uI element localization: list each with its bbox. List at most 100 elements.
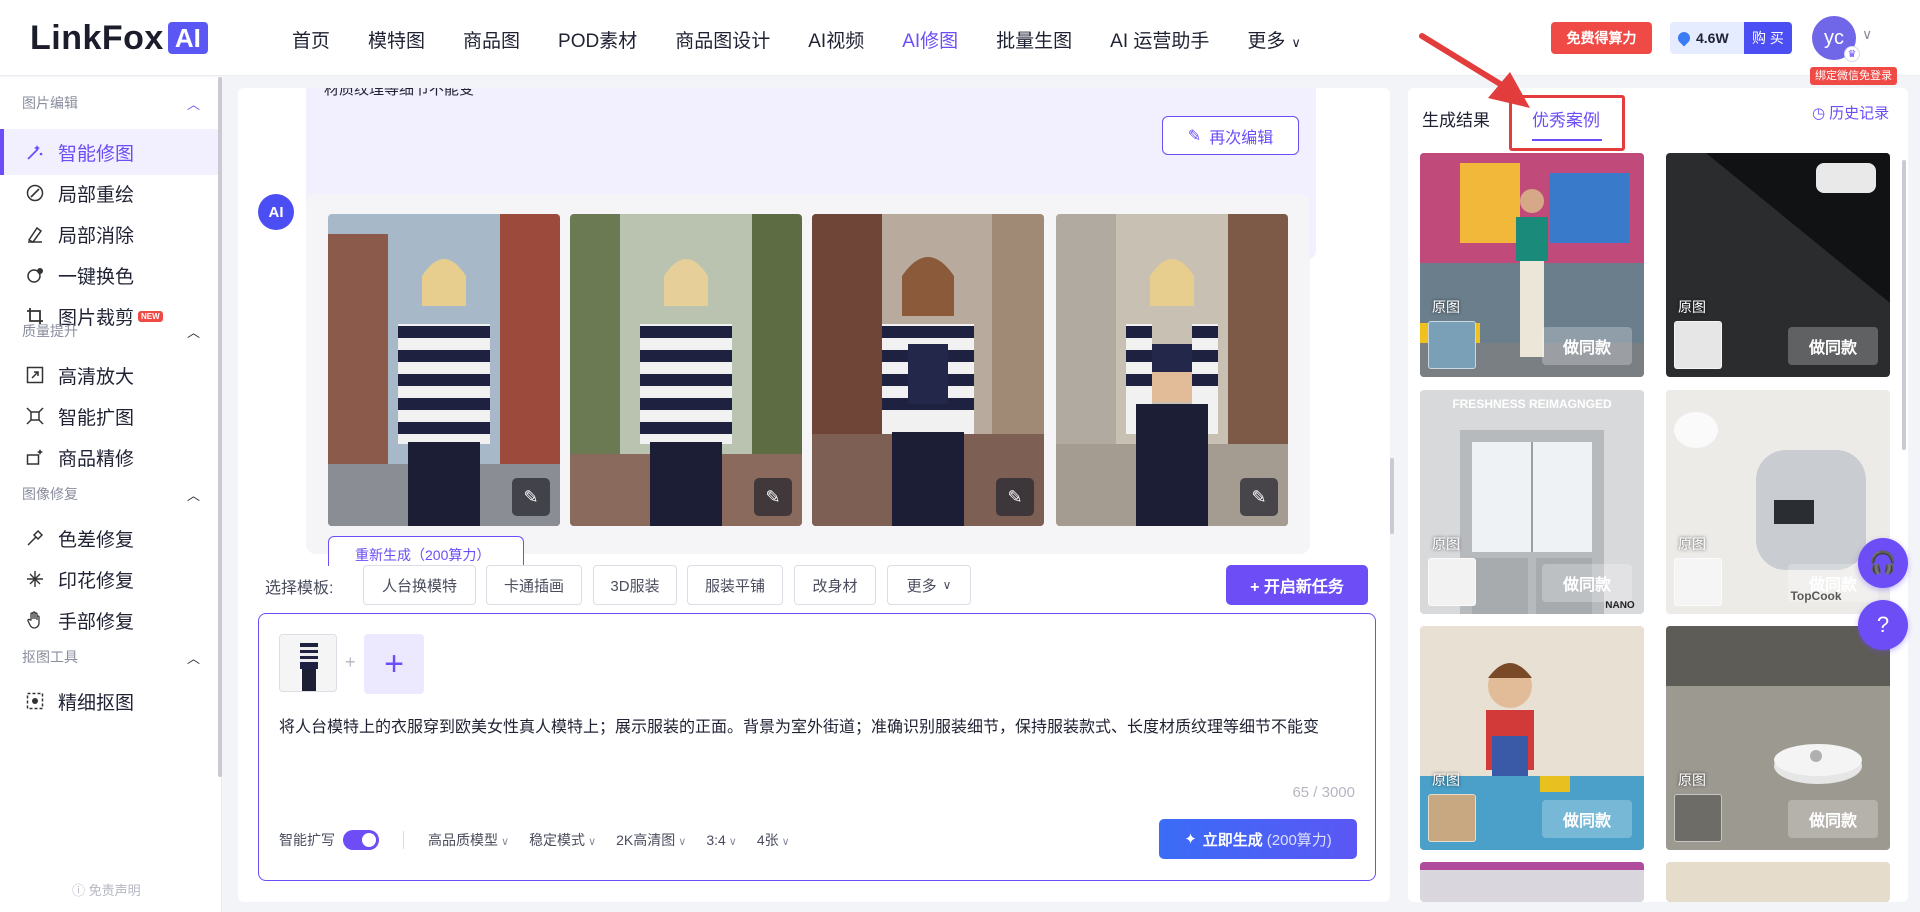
make-same-button[interactable]: 做同款 [1788, 800, 1878, 838]
pattern-icon [24, 568, 46, 590]
showcase-card[interactable] [1420, 862, 1644, 902]
nav-item-batch[interactable]: 批量生图 [996, 26, 1072, 53]
regenerate-button[interactable]: 重新生成（200算力） [328, 536, 524, 566]
generate-button[interactable]: ✦ 立即生成 (200算力) [1159, 819, 1357, 859]
result-image[interactable]: ✎ [570, 214, 802, 526]
edit-image-button[interactable]: ✎ [996, 478, 1034, 516]
showcase-card[interactable]: TopCook 原图 做同款 [1666, 390, 1890, 614]
ratio-select[interactable]: 3:4 ∨ [706, 832, 737, 848]
sidebar-group-image-edit[interactable]: 图片编辑 ︿ [22, 93, 200, 113]
sidebar-item-recolor[interactable]: 一键换色 [0, 252, 218, 298]
resolution-select[interactable]: 2K高清图 ∨ [616, 830, 686, 850]
result-image[interactable]: ✎ [328, 214, 560, 526]
nav-item-product[interactable]: 商品图 [463, 26, 520, 53]
showcase-scrollbar[interactable] [1902, 160, 1906, 450]
nav-item-more[interactable]: 更多 ∨ [1247, 26, 1301, 53]
original-thumbnail [1674, 794, 1722, 842]
smart-expand-toggle[interactable] [343, 830, 379, 850]
showcase-card[interactable]: FRESHNESS REIMAGNGED NANO 原图 做同款 [1420, 390, 1644, 614]
showcase-card[interactable]: 原图 做同款 [1666, 153, 1890, 377]
headset-icon: 🎧 [1869, 550, 1897, 575]
bind-wechat-tag[interactable]: 绑定微信免登录 [1810, 67, 1897, 85]
sidebar-item-label: 局部消除 [58, 225, 135, 247]
showcase-card[interactable] [1666, 862, 1890, 902]
sidebar-item-expand[interactable]: 智能扩图 [0, 393, 218, 439]
history-link[interactable]: ◷ 历史记录 [1812, 102, 1889, 123]
make-same-button[interactable]: 做同款 [1788, 327, 1878, 365]
color-swap-icon [24, 264, 46, 286]
reference-image[interactable] [279, 634, 337, 692]
edit-image-button[interactable]: ✎ [1240, 478, 1278, 516]
sidebar-item-hand-fix[interactable]: 手部修复 [0, 597, 218, 643]
sidebar-item-refine[interactable]: 商品精修 [0, 434, 218, 480]
template-chip[interactable]: 人台换模特 [363, 565, 476, 605]
sidebar-item-inpaint[interactable]: 局部重绘 [0, 170, 218, 216]
avatar-initials: yc [1824, 26, 1844, 49]
make-same-button[interactable]: 做同款 [1542, 800, 1632, 838]
logo[interactable]: LinkFox AI [30, 18, 208, 57]
model-select[interactable]: 高品质模型 ∨ [428, 830, 509, 850]
reedit-button[interactable]: ✎ 再次编辑 [1162, 116, 1299, 155]
sidebar-group-cutout[interactable]: 抠图工具 ︿ [22, 647, 200, 667]
showcase-card[interactable]: 原图 做同款 [1420, 626, 1644, 850]
add-image-button[interactable]: + [364, 634, 424, 694]
nav-item-product-design[interactable]: 商品图设计 [675, 26, 770, 53]
support-headset-button[interactable]: 🎧 [1858, 538, 1908, 588]
help-button[interactable]: ? [1858, 600, 1908, 650]
original-label: 原图 [1678, 299, 1706, 315]
original-label: 原图 [1678, 536, 1706, 552]
template-chip[interactable]: 3D服装 [593, 565, 677, 605]
disclaimer-link[interactable]: ⓘ 免责声明 [72, 880, 141, 899]
sidebar-item-print-fix[interactable]: 印花修复 [0, 556, 218, 602]
nav-item-home[interactable]: 首页 [292, 26, 330, 53]
sidebar-group-quality[interactable]: 质量提升 ︿ [22, 321, 200, 341]
sidebar-scrollbar[interactable] [218, 77, 222, 777]
nav-item-pod[interactable]: POD素材 [558, 26, 637, 53]
result-image[interactable]: ✎ [812, 214, 1044, 526]
buy-button[interactable]: 购 买 [1744, 22, 1792, 54]
chevron-down-icon: ∨ [942, 578, 952, 592]
sidebar-item-erase[interactable]: 局部消除 [0, 211, 218, 257]
nav-item-ops-assistant[interactable]: AI 运营助手 [1110, 26, 1209, 53]
chevron-down-icon: ∨ [588, 836, 597, 848]
plus-icon: + [384, 644, 404, 683]
template-label: 选择模板: [265, 580, 334, 597]
result-image[interactable]: ✎ [1056, 214, 1288, 526]
original-thumbnail [1674, 321, 1722, 369]
prompt-input[interactable]: 将人台模特上的衣服穿到欧美女性真人模特上；展示服装的正面。背景为室外街道；准确识… [279, 714, 1359, 742]
sidebar-item-color-fix[interactable]: 色差修复 [0, 515, 218, 561]
new-task-button[interactable]: + 开启新任务 [1226, 565, 1368, 605]
sidebar-item-upscale[interactable]: 高清放大 [0, 352, 218, 398]
nav-item-ai-video[interactable]: AI视频 [808, 26, 864, 53]
sidebar-item-label: 商品精修 [58, 448, 135, 470]
sidebar-item-smart-retouch[interactable]: 智能修图 [0, 129, 218, 175]
logo-text: LinkFox [30, 18, 164, 57]
generate-label: 立即生成 [1202, 831, 1263, 849]
original-label: 原图 [1432, 536, 1460, 552]
sidebar-item-label: 印花修复 [58, 570, 135, 592]
template-chip[interactable]: 服装平铺 [687, 565, 783, 605]
expand-icon [24, 405, 46, 427]
chevron-down-icon[interactable]: ∨ [1862, 26, 1872, 43]
showcase-card[interactable]: 原图 做同款 [1666, 626, 1890, 850]
free-compute-button[interactable]: 免费得算力 [1551, 22, 1652, 54]
chat-scrollbar[interactable] [1390, 458, 1394, 534]
make-same-button[interactable]: 做同款 [1542, 564, 1632, 602]
edit-image-button[interactable]: ✎ [512, 478, 550, 516]
original-label: 原图 [1432, 299, 1460, 315]
template-chip[interactable]: 卡通插画 [486, 565, 582, 605]
nav-item-ai-retouch[interactable]: AI修图 [902, 26, 958, 53]
mode-select[interactable]: 稳定模式 ∨ [529, 830, 596, 850]
disclaimer-label: 免责声明 [88, 883, 141, 898]
make-same-button[interactable]: 做同款 [1542, 327, 1632, 365]
sidebar-group-repair[interactable]: 图像修复 ︿ [22, 484, 200, 504]
edit-image-button[interactable]: ✎ [754, 478, 792, 516]
divider [403, 831, 404, 849]
template-chip[interactable]: 改身材 [794, 565, 876, 605]
nav-item-model[interactable]: 模特图 [368, 26, 425, 53]
template-more-chip[interactable]: 更多 ∨ [887, 565, 971, 605]
avatar[interactable]: yc ♛ [1812, 16, 1860, 62]
showcase-card[interactable]: 原图 做同款 [1420, 153, 1644, 377]
count-select[interactable]: 4张 ∨ [757, 830, 790, 850]
sidebar-item-fine-cutout[interactable]: 精细抠图 [0, 678, 218, 724]
